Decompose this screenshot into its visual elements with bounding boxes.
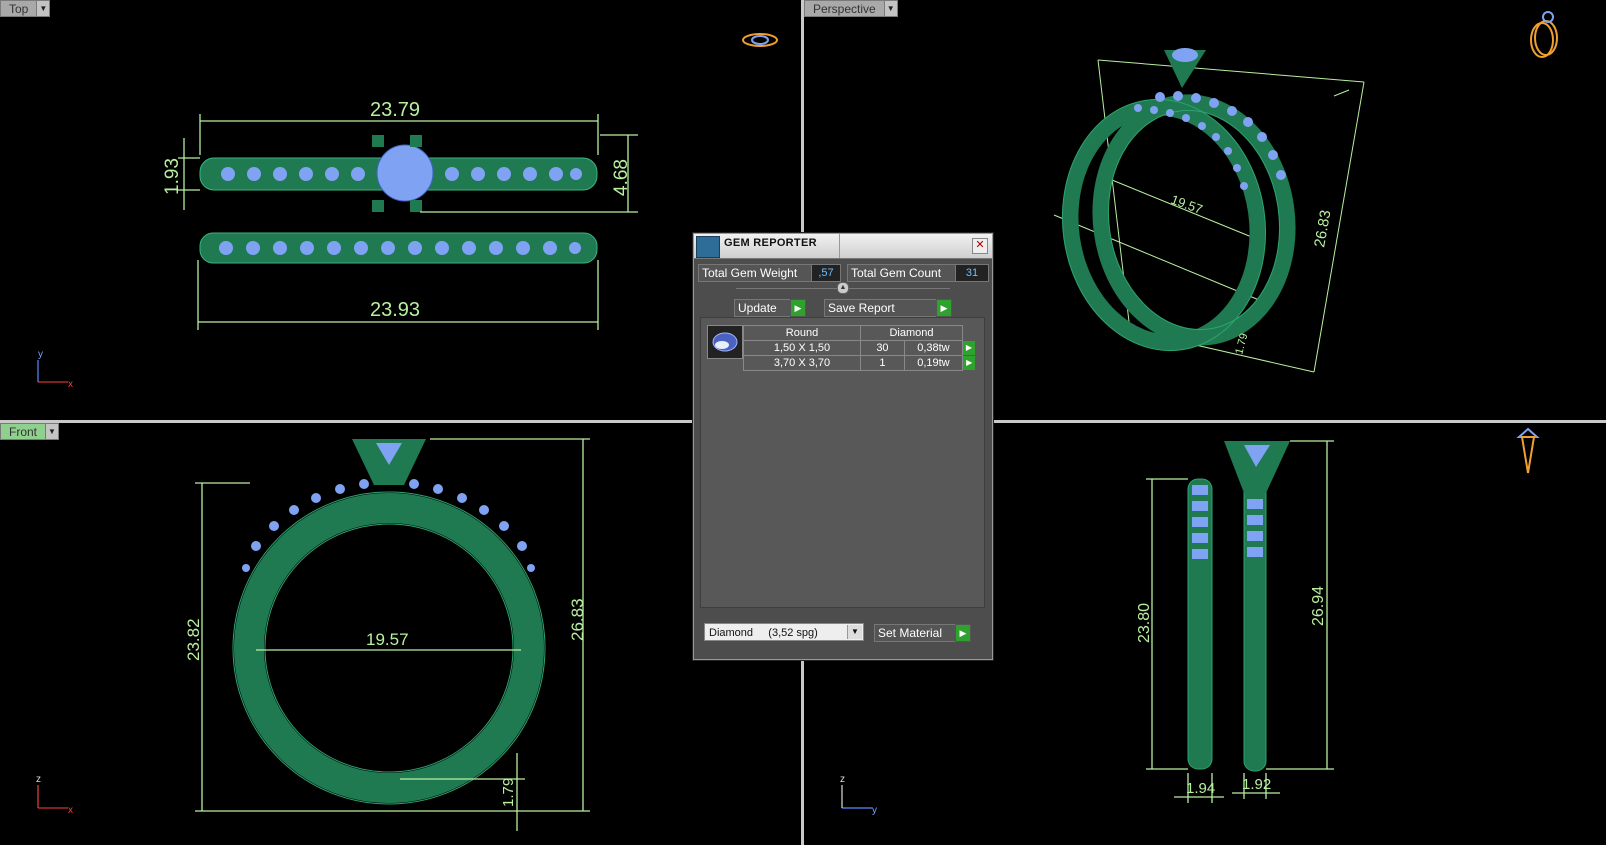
dim-label: 1.79 — [500, 778, 517, 807]
dim-label: 19.57 — [1169, 192, 1205, 217]
dim-label: 26.83 — [568, 598, 587, 641]
gem-count: 1 — [860, 355, 905, 371]
round-gem-thumbnail[interactable] — [707, 325, 743, 359]
diamond-icon — [712, 332, 738, 352]
view-orientation-icon — [1530, 11, 1558, 58]
total-gem-weight-value: ,57 — [811, 264, 841, 282]
play-arrow-icon[interactable]: ▶ — [963, 356, 976, 370]
gem-count: 30 — [860, 340, 905, 356]
axis-gizmo — [37, 360, 68, 383]
view-orientation-icon — [1516, 427, 1540, 474]
axis-y-label: y — [38, 349, 43, 360]
dim-label: 23.79 — [370, 99, 420, 121]
axis-z-label: z — [840, 774, 845, 785]
save-report-label: Save Report — [828, 301, 895, 315]
dim-label: 23.82 — [184, 618, 203, 661]
update-button[interactable]: Update ▶ — [734, 299, 806, 317]
axis-z-label: z — [36, 774, 41, 785]
play-arrow-icon[interactable]: ▶ — [963, 341, 975, 355]
set-material-button[interactable]: Set Material ▶ — [874, 624, 971, 642]
dim-label: 26.94 — [1310, 586, 1327, 626]
title-separator — [839, 234, 840, 258]
axis-gizmo — [37, 785, 68, 809]
axis-x-label: x — [68, 379, 73, 390]
gem-size: 3,70 X 3,70 — [743, 355, 861, 371]
update-button-label: Update — [738, 301, 777, 315]
gem-table: Round Diamond 1,50 X 1,50 30 0,38tw ▶ 3,… — [743, 325, 976, 371]
gem-list-panel: Round Diamond 1,50 X 1,50 30 0,38tw ▶ 3,… — [700, 317, 985, 608]
play-arrow-icon[interactable]: ▶ — [790, 299, 806, 317]
dim-label: 1.94 — [1186, 780, 1215, 797]
save-report-button[interactable]: Save Report ▶ — [824, 299, 952, 317]
dim-label: 19.57 — [366, 630, 409, 649]
viewport-top[interactable]: Top ▼ 23.79 23.93 1.93 4.68 x y — [0, 0, 801, 420]
total-gem-count-label: Total Gem Count — [847, 264, 957, 282]
column-header-shape: Round — [743, 325, 861, 341]
side-dimension-lines — [1146, 440, 1334, 803]
gem-reporter-dialog: GEM REPORTER ✕ Total Gem Weight ,57 Tota… — [693, 233, 993, 660]
dialog-title: GEM REPORTER — [724, 237, 817, 249]
dim-label: 1.93 — [162, 158, 183, 195]
table-row[interactable]: 3,70 X 3,70 1 0,19tw ▶ — [743, 355, 976, 371]
play-arrow-icon[interactable]: ▶ — [936, 299, 952, 317]
axis-y-label: y — [872, 805, 877, 816]
front-view-drawing: 19.57 23.82 26.83 1.79 x z — [36, 438, 590, 831]
persp-center-stone — [1172, 48, 1198, 62]
set-material-label: Set Material — [878, 626, 943, 640]
axis-x-label: x — [68, 805, 73, 816]
dim-label: 23.80 — [1136, 603, 1153, 643]
close-icon[interactable]: ✕ — [972, 238, 988, 254]
material-select[interactable]: Diamond (3,52 spg) ▼ — [704, 623, 864, 641]
dialog-title-bar[interactable]: GEM REPORTER ✕ — [694, 234, 992, 259]
collapse-icon[interactable]: ▲ — [837, 282, 849, 294]
axis-gizmo — [841, 785, 872, 809]
dim-label: 1.92 — [1242, 776, 1271, 793]
table-row[interactable]: 1,50 X 1,50 30 0,38tw ▶ — [743, 340, 976, 356]
total-gem-weight-label: Total Gem Weight — [698, 264, 812, 282]
dim-label: 23.93 — [370, 299, 420, 321]
view-orientation-icon — [742, 33, 778, 47]
viewport-front[interactable]: Front ▼ 19.57 23.82 26.83 1.79 x z — [0, 423, 801, 845]
material-select-value: Diamond (3,52 spg) — [709, 627, 818, 639]
chevron-down-icon[interactable]: ▼ — [847, 625, 862, 639]
play-arrow-icon[interactable]: ▶ — [955, 624, 971, 642]
top-view-drawing: 23.79 23.93 1.93 4.68 x y — [37, 33, 778, 390]
dim-label: 4.68 — [611, 159, 632, 196]
dim-label: 26.83 — [1311, 209, 1334, 249]
gem-weight: 0,19tw — [903, 355, 964, 371]
total-gem-count-value: 31 — [955, 264, 989, 282]
gem-reporter-icon — [696, 236, 720, 258]
column-header-material: Diamond — [860, 325, 963, 341]
gem-size: 1,50 X 1,50 — [743, 340, 861, 356]
center-stone — [376, 144, 434, 202]
gem-weight: 0,38tw — [903, 340, 964, 356]
